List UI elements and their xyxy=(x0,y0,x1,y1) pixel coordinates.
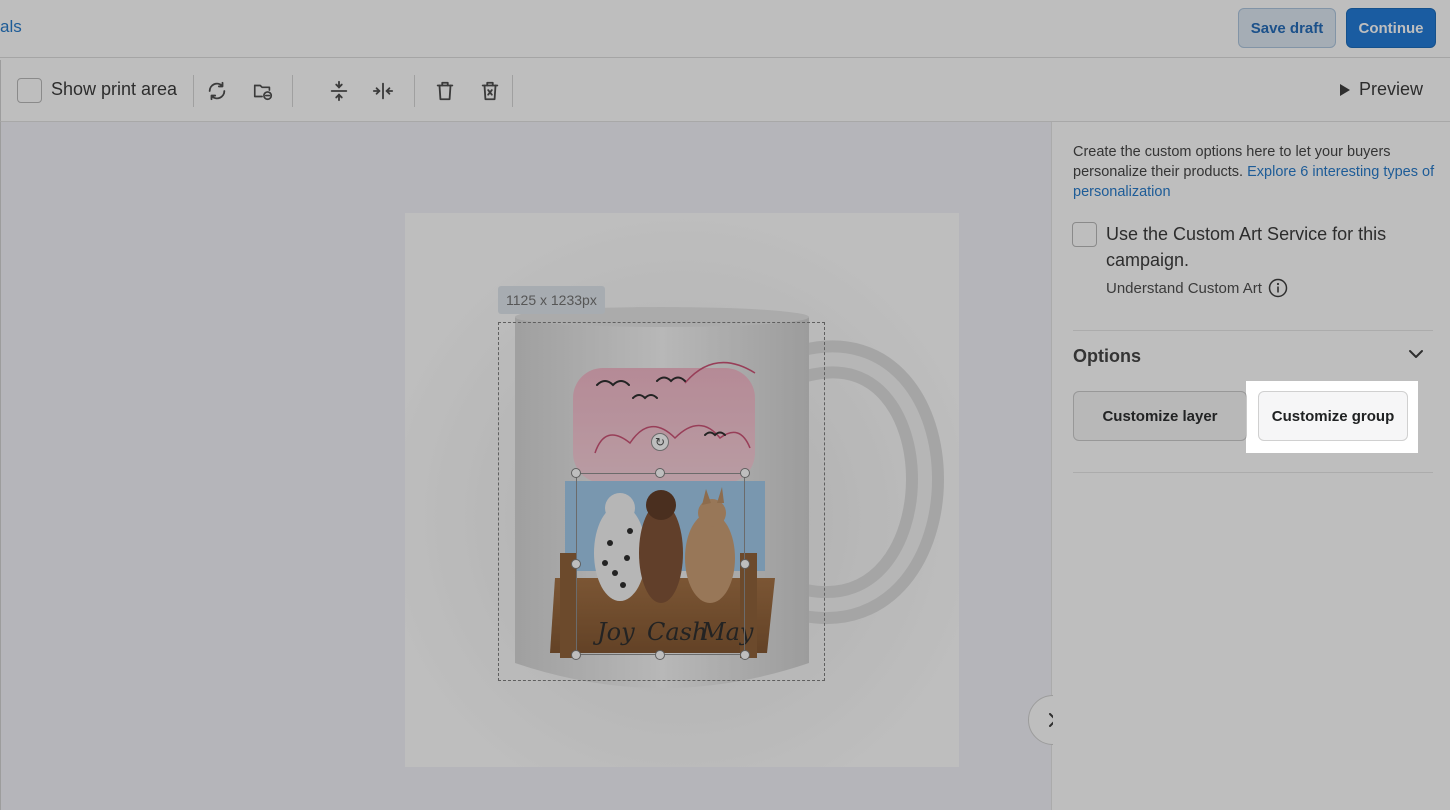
toolbar-divider xyxy=(414,75,415,107)
resize-handle[interactable] xyxy=(571,468,581,478)
rotate-handle[interactable]: ↻ xyxy=(651,433,669,451)
custom-art-checkbox[interactable] xyxy=(1072,222,1097,247)
resize-handle[interactable] xyxy=(655,468,665,478)
top-header: als Save draft Continue xyxy=(0,0,1450,58)
selection-box[interactable] xyxy=(576,473,745,655)
show-print-area-label: Show print area xyxy=(51,79,178,99)
folder-replace-icon[interactable] xyxy=(249,77,277,105)
resize-handle[interactable] xyxy=(740,650,750,660)
show-print-area-checkbox[interactable] xyxy=(17,78,42,103)
resize-handle[interactable] xyxy=(571,650,581,660)
resize-handle[interactable] xyxy=(571,559,581,569)
design-canvas[interactable]: Joy Cash May ↻ 1125 x 1233px xyxy=(0,122,1078,810)
delete-all-icon[interactable] xyxy=(476,77,504,105)
preview-label: Preview xyxy=(1359,79,1424,99)
toolbar-divider xyxy=(193,75,194,107)
preview-button[interactable]: Preview xyxy=(1339,79,1423,100)
panel-description: Create the custom options here to let yo… xyxy=(1073,142,1438,202)
understand-custom-art[interactable]: Understand Custom Art xyxy=(1106,278,1288,298)
personalization-panel: Create the custom options here to let yo… xyxy=(1053,122,1450,810)
continue-button[interactable]: Continue xyxy=(1346,8,1436,48)
save-draft-button[interactable]: Save draft xyxy=(1238,8,1336,48)
custom-art-label: Use the Custom Art Service for this camp… xyxy=(1106,224,1387,270)
toolbar-divider xyxy=(292,75,293,107)
section-divider xyxy=(1073,472,1433,473)
align-vertical-center-icon[interactable] xyxy=(325,77,353,105)
play-icon xyxy=(1340,83,1350,96)
resize-handle[interactable] xyxy=(655,650,665,660)
editor-toolbar: Show print area Preview xyxy=(0,60,1450,122)
resize-handle[interactable] xyxy=(740,468,750,478)
info-icon[interactable] xyxy=(1268,278,1288,298)
section-divider xyxy=(1073,330,1433,331)
toolbar-divider xyxy=(512,75,513,107)
align-horizontal-center-icon[interactable] xyxy=(369,77,397,105)
chevron-down-icon[interactable] xyxy=(1406,344,1426,364)
delete-icon[interactable] xyxy=(431,77,459,105)
customize-layer-button[interactable]: Customize layer xyxy=(1073,391,1247,441)
options-title: Options xyxy=(1073,346,1141,366)
back-link[interactable]: als xyxy=(0,17,22,37)
layer-size-label: 1125 x 1233px xyxy=(498,286,605,314)
replace-icon[interactable] xyxy=(203,77,231,105)
resize-handle[interactable] xyxy=(740,559,750,569)
understand-custom-art-label: Understand Custom Art xyxy=(1106,279,1262,297)
customize-group-button[interactable]: Customize group xyxy=(1258,391,1408,441)
